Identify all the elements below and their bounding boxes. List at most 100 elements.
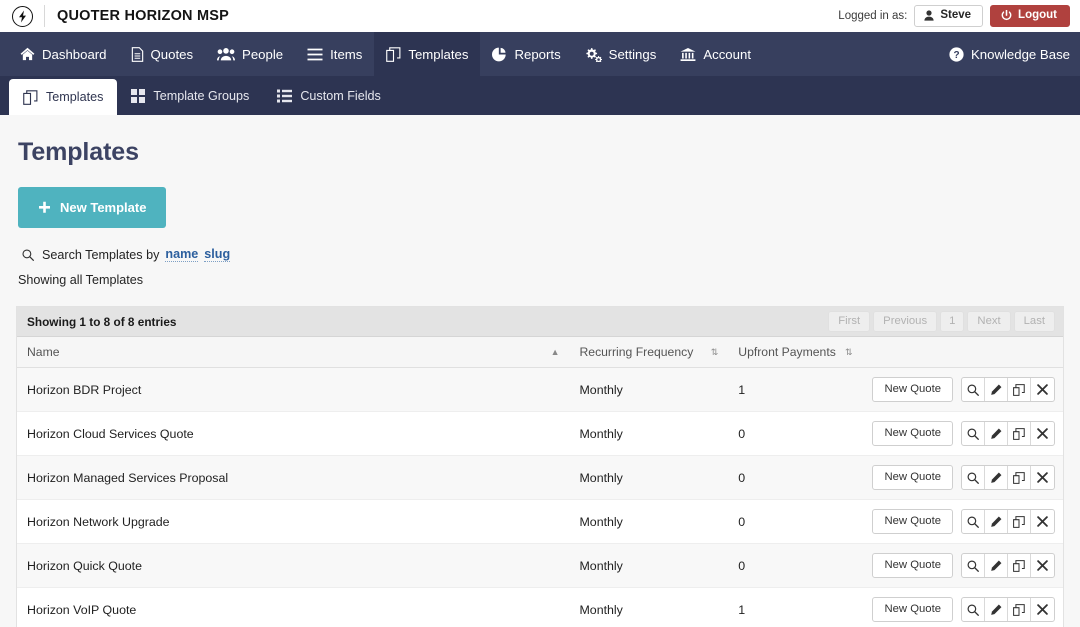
pencil-icon[interactable] [985,510,1008,533]
cell-actions: New Quote [862,455,1063,500]
pagination-previous[interactable]: Previous [873,311,938,332]
pencil-icon[interactable] [985,554,1008,577]
new-quote-button[interactable]: New Quote [872,597,953,622]
nav-label: Quotes [150,46,194,62]
sort-both-icon: ⇅ [710,347,719,357]
cell-template-name: Horizon Cloud Services Quote [17,411,570,456]
nav-item-items[interactable]: Items [295,32,374,76]
pagination-last[interactable]: Last [1013,311,1055,332]
new-quote-button[interactable]: New Quote [872,509,953,534]
logged-in-label: Logged in as: [838,10,908,22]
new-quote-button[interactable]: New Quote [872,421,953,446]
grid-icon [131,88,146,103]
close-icon[interactable] [1031,466,1054,489]
question-circle-icon: ? [949,46,964,62]
cell-upfront-payments: 0 [728,411,863,456]
pencil-icon[interactable] [985,598,1008,621]
pagination-page-1[interactable]: 1 [940,311,965,332]
row-action-group [961,597,1055,622]
nav-item-settings[interactable]: Settings [573,32,669,76]
column-header-actions [862,337,1063,368]
search-icon[interactable] [962,378,985,401]
pagination-first[interactable]: First [828,311,871,332]
row-action-group [961,377,1055,402]
search-icon[interactable] [962,510,985,533]
nav-item-dashboard[interactable]: Dashboard [8,32,119,76]
cell-recurring-frequency: Monthly [569,499,729,544]
column-header-recurring-frequency[interactable]: Recurring Frequency ⇅ [569,337,729,368]
close-icon[interactable] [1031,598,1054,621]
tab-custom-fields[interactable]: Custom Fields [263,76,394,115]
close-icon[interactable] [1031,378,1054,401]
cell-recurring-frequency: Monthly [569,367,729,412]
search-icon[interactable] [962,598,985,621]
cell-upfront-payments: 0 [728,499,863,544]
bolt-circle-icon [12,5,33,27]
copy-icon[interactable] [1008,510,1031,533]
logo-divider [44,5,45,27]
pencil-icon[interactable] [985,422,1008,445]
copy-icon [23,89,38,105]
nav-label: Templates [408,46,469,62]
page-title: Templates [18,138,139,166]
column-header-upfront-payments[interactable]: Upfront Payments ⇅ [728,337,863,368]
nav-item-quotes[interactable]: Quotes [119,32,206,76]
search-icon[interactable] [962,422,985,445]
nav-label: Reports [514,46,561,62]
top-bar-right: Logged in as: Steve Logout [838,4,1070,28]
search-templates-line: Search Templates by name slug [22,247,1064,262]
column-label: Upfront Payments [738,345,836,359]
new-quote-button[interactable]: New Quote [872,465,953,490]
search-icon[interactable] [962,466,985,489]
table-row: Horizon Network Upgrade Monthly 0 New Quote [17,499,1063,544]
search-by-slug-link[interactable]: slug [204,247,231,262]
nav-label: Dashboard [42,46,107,62]
close-icon[interactable] [1031,422,1054,445]
new-quote-button[interactable]: New Quote [872,553,953,578]
pagination-next[interactable]: Next [967,311,1011,332]
column-header-name[interactable]: Name ▲ [17,337,570,368]
new-template-button[interactable]: New Template [18,187,167,228]
nav-item-people[interactable]: People [205,32,295,76]
close-icon[interactable] [1031,510,1054,533]
cell-actions: New Quote [862,367,1063,412]
top-bar: QUOTER HORIZON MSP Logged in as: Steve L… [0,0,1080,32]
nav-label: Settings [608,46,657,62]
column-label: Name [27,345,60,359]
pencil-icon[interactable] [985,378,1008,401]
table-toolbar: Showing 1 to 8 of 8 entries First Previo… [17,307,1063,337]
bars-icon [307,48,323,61]
nav-item-account[interactable]: Account [668,32,763,76]
copy-icon[interactable] [1008,554,1031,577]
close-icon[interactable] [1031,554,1054,577]
cell-template-name: Horizon Managed Services Proposal [17,455,570,500]
tab-templates[interactable]: Templates [9,79,118,115]
nav-item-templates[interactable]: Templates [374,32,481,76]
table-row: Horizon VoIP Quote Monthly 1 New Quote [17,587,1063,627]
cell-template-name: Horizon Network Upgrade [17,499,570,544]
row-action-group [961,421,1055,446]
pencil-icon[interactable] [985,466,1008,489]
nav-item-knowledge-base[interactable]: ? Knowledge Base [937,32,1080,76]
cell-template-name: Horizon BDR Project [17,367,570,412]
gears-icon [585,47,602,62]
copy-icon [386,46,401,62]
new-quote-button[interactable]: New Quote [872,377,953,402]
search-by-name-link[interactable]: name [165,247,199,262]
tab-label: Custom Fields [300,88,381,103]
user-menu-button[interactable]: Steve [914,4,984,28]
copy-icon[interactable] [1008,422,1031,445]
brand-logo[interactable]: QUOTER HORIZON MSP [12,5,229,27]
nav-item-reports[interactable]: Reports [480,32,572,76]
tab-label: Templates [46,90,104,104]
copy-icon[interactable] [1008,466,1031,489]
cell-upfront-payments: 0 [728,455,863,500]
brand-title: QUOTER HORIZON MSP [57,8,229,24]
copy-icon[interactable] [1008,378,1031,401]
search-icon[interactable] [962,554,985,577]
sort-asc-icon: ▲ [550,347,560,357]
tab-template-groups[interactable]: Template Groups [117,76,263,115]
copy-icon[interactable] [1008,598,1031,621]
row-action-group [961,465,1055,490]
logout-button[interactable]: Logout [990,4,1070,28]
